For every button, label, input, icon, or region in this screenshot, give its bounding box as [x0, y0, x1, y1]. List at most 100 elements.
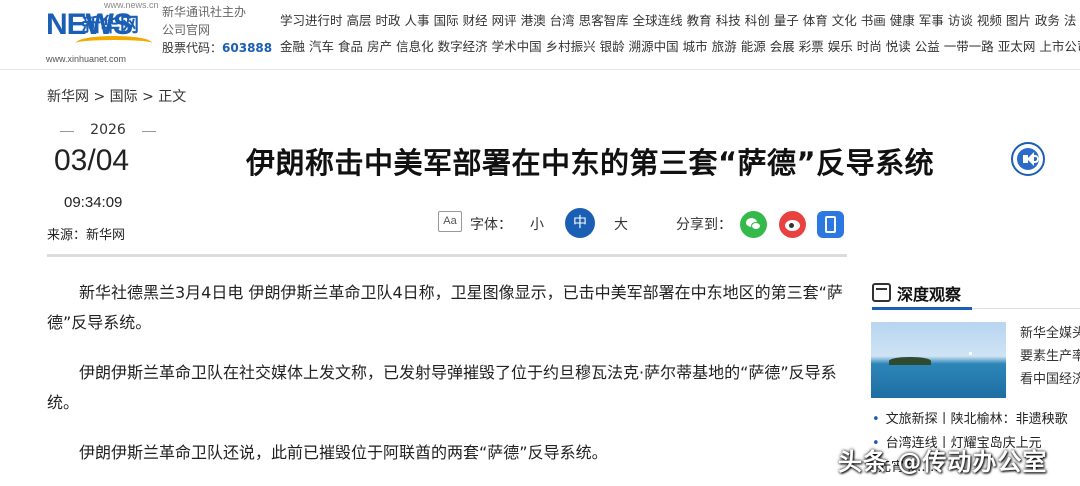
nav-link[interactable]: 银龄: [600, 39, 625, 54]
nav-link[interactable]: 上市公司: [1039, 39, 1080, 54]
list-item[interactable]: • 文旅新探丨陕北榆林：非遗秧歌: [872, 408, 1080, 432]
font-small-button[interactable]: 小: [530, 214, 544, 234]
audio-play-button[interactable]: [1011, 142, 1045, 176]
wechat-share-icon[interactable]: [740, 211, 767, 238]
nav-link[interactable]: 法: [1064, 13, 1077, 28]
nav-link[interactable]: 会展: [770, 39, 795, 54]
nav-link[interactable]: 数字经济: [438, 39, 488, 54]
nav-link[interactable]: 房产: [367, 39, 392, 54]
nav-link[interactable]: 视频: [977, 13, 1002, 28]
host-info: 新华通讯社主办 公司官网 股票代码：603888: [162, 3, 272, 57]
phone-outline: [825, 216, 836, 233]
sidebar-feature-text[interactable]: 新华全媒头 要素生产率 看中国经济: [1020, 322, 1080, 391]
logo-title: 新华网: [82, 14, 140, 36]
nav-row-2: 金融 汽车 食品 房产 信息化 数字经济 学术中国 乡村振兴 银龄 溯源中国 城市 旅游 能源 会展 彩票娱…: [280, 34, 1080, 60]
nav-link[interactable]: 彩票: [799, 39, 824, 54]
nav-link[interactable]: 体育: [803, 13, 828, 28]
stock-code: 股票代码：603888: [162, 41, 273, 55]
nav-link[interactable]: 金融: [280, 39, 305, 54]
share-label: 分享到：: [676, 217, 732, 233]
nav-link[interactable]: 时尚: [857, 39, 882, 54]
nav-link[interactable]: 图片: [1006, 13, 1031, 28]
mobile-share-icon[interactable]: [817, 211, 844, 238]
nav-link[interactable]: 军事: [919, 13, 944, 28]
watermark: 头条 @传动办公室: [838, 448, 1048, 476]
host-line1: 新华通讯社主办: [162, 5, 247, 19]
nav-link[interactable]: 思客智库: [579, 13, 629, 28]
year-block: 2026: [60, 122, 156, 140]
nav-link[interactable]: 食品: [338, 39, 363, 54]
logo-arc: [76, 36, 152, 50]
nav-link[interactable]: 政务: [1035, 13, 1060, 28]
article-paragraph: 新华社德黑兰3月4日电 伊朗伊斯兰革命卫队4日称，卫星图像显示，已击中美军部署在…: [47, 283, 843, 332]
thumb-boat: [969, 352, 972, 355]
nav-link[interactable]: 书画: [861, 13, 886, 28]
nav-link[interactable]: 科创: [745, 13, 770, 28]
nav-link[interactable]: 网评: [492, 13, 517, 28]
nav-link[interactable]: 人事: [405, 13, 430, 28]
nav-link[interactable]: 学术中国: [492, 39, 542, 54]
xinhua-logo[interactable]: www.news.cn NEWS 新华网 www.xinhuanet.com: [46, 0, 159, 66]
sidebar-thumbnail[interactable]: [871, 322, 1006, 398]
nav-link[interactable]: 娱乐: [828, 39, 853, 54]
article-body: 新华社德黑兰3月4日电 伊朗伊斯兰革命卫队4日称，卫星图像显示，已击中美军部署在…: [47, 278, 847, 486]
nav-link[interactable]: 科技: [716, 13, 741, 28]
nav-link[interactable]: 一带一路: [944, 39, 994, 54]
nav-link[interactable]: 时政: [376, 13, 401, 28]
font-large-button[interactable]: 大: [614, 214, 628, 234]
nav-link[interactable]: 城市: [683, 39, 708, 54]
main-nav: 学习进行时 高层 时政 人事 国际 财经 网评 港澳 台湾 思客智库 全球连线 教育 科技 科创 量子 体育文…: [280, 8, 1080, 60]
nav-link[interactable]: 访谈: [948, 13, 973, 28]
thumb-island: [889, 357, 931, 365]
year-divider-left: [60, 131, 74, 132]
publish-year: 2026: [90, 122, 126, 138]
sidebar-rule: [972, 308, 1080, 309]
article-paragraph: 伊朗伊斯兰革命卫队还说，此前已摧毁位于阿联酋的两套“萨德”反导系统。: [79, 443, 608, 462]
feature-line: 要素生产率: [1020, 349, 1080, 364]
nav-link[interactable]: 财经: [463, 13, 488, 28]
font-medium-button[interactable]: 中: [565, 208, 595, 238]
feature-line: 看中国经济: [1020, 372, 1080, 387]
weibo-share-icon[interactable]: [779, 211, 806, 238]
breadcrumb[interactable]: 新华网 > 国际 > 正文: [47, 86, 186, 106]
font-size-icon: Aa: [438, 211, 462, 232]
publish-time: 09:34:09: [64, 194, 123, 211]
host-line2: 公司官网: [162, 23, 211, 37]
year-divider-right: [142, 131, 156, 132]
nav-link[interactable]: 亚太网: [998, 39, 1036, 54]
sidebar-title: 深度观察: [897, 285, 962, 304]
nav-link[interactable]: 港澳: [521, 13, 546, 28]
bullet-icon: •: [872, 412, 880, 427]
nav-link[interactable]: 高层: [347, 13, 372, 28]
article-paragraph: 伊朗伊斯兰革命卫队在社交媒体上发文称，已发射导弹摧毁了位于约旦穆瓦法克·萨尔蒂基…: [47, 363, 837, 412]
sidebar-book-icon: [872, 283, 891, 302]
nav-link[interactable]: 教育: [687, 13, 712, 28]
nav-link[interactable]: 旅游: [712, 39, 737, 54]
nav-link[interactable]: 国际: [434, 13, 459, 28]
nav-row-1: 学习进行时 高层 时政 人事 国际 财经 网评 港澳 台湾 思客智库 全球连线 教育 科技 科创 量子 体育文…: [280, 8, 1080, 34]
sidebar-underline: [872, 307, 972, 310]
nav-link[interactable]: 能源: [741, 39, 766, 54]
list-item-text: 文旅新探丨陕北榆林：非遗秧歌: [885, 412, 1068, 427]
feature-line: 新华全媒头: [1020, 326, 1080, 341]
title-divider: [47, 254, 847, 257]
nav-link[interactable]: 台湾: [550, 13, 575, 28]
nav-link[interactable]: 信息化: [396, 39, 434, 54]
nav-link[interactable]: 健康: [890, 13, 915, 28]
nav-link[interactable]: 学习进行时: [280, 13, 343, 28]
article-source: 来源：新华网: [47, 228, 126, 243]
nav-link[interactable]: 文化: [832, 13, 857, 28]
wechat-bubble-small: [751, 222, 761, 230]
article-title: 伊朗称击中美军部署在中东的第三套“萨德”反导系统: [246, 146, 935, 180]
nav-link[interactable]: 量子: [774, 13, 799, 28]
weibo-pupil: [789, 223, 794, 228]
nav-link[interactable]: 汽车: [309, 39, 334, 54]
nav-link[interactable]: 悦读: [886, 39, 911, 54]
nav-link[interactable]: 溯源中国: [629, 39, 679, 54]
nav-link[interactable]: 全球连线: [633, 13, 683, 28]
nav-link[interactable]: 乡村振兴: [546, 39, 596, 54]
site-header: www.news.cn NEWS 新华网 www.xinhuanet.com 新…: [0, 0, 1080, 70]
logo-url: www.xinhuanet.com: [46, 54, 127, 64]
nav-link[interactable]: 公益: [915, 39, 940, 54]
speaker-wave: [1033, 155, 1039, 163]
